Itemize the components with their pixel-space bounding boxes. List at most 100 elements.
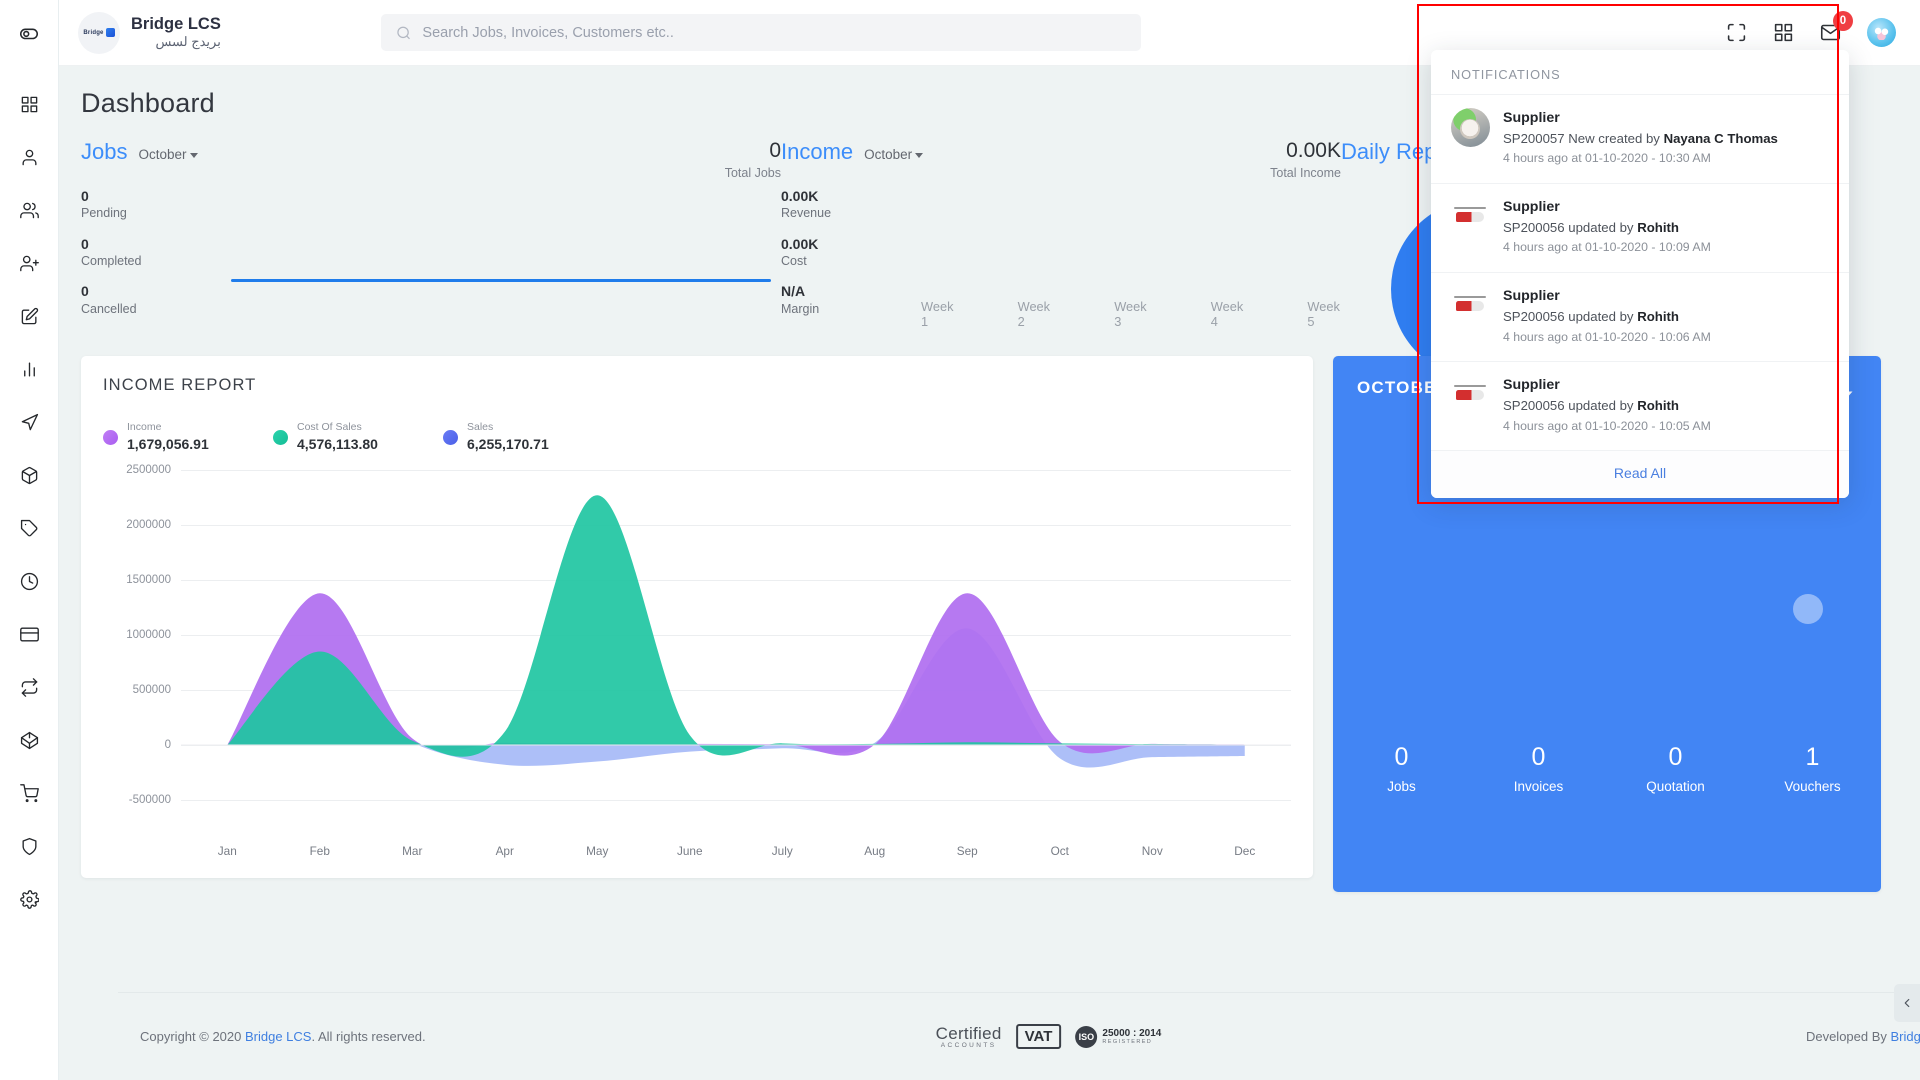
jobs-stat-completed: 0 Completed bbox=[81, 235, 781, 271]
read-all-link[interactable]: Read All bbox=[1614, 465, 1666, 481]
sidebar-item-customers[interactable] bbox=[0, 131, 59, 184]
jobs-baseline bbox=[231, 279, 771, 282]
income-area-chart: 2500000 2000000 1500000 1000000 500000 0 -5000… bbox=[103, 464, 1291, 860]
sidebar-item-add-user[interactable] bbox=[0, 237, 59, 290]
notifications-button[interactable]: 0 bbox=[1820, 11, 1853, 43]
jobs-baseline-chart bbox=[231, 279, 771, 282]
chart-x-tick: Sep bbox=[956, 843, 978, 858]
avatar[interactable] bbox=[1867, 18, 1896, 47]
jobs-stats: 0 Pending 0 Completed 0 Cancelled bbox=[81, 187, 781, 318]
brand[interactable]: Bridge Bridge LCS بريدج لسس bbox=[59, 11, 359, 54]
search-input[interactable] bbox=[422, 24, 1126, 41]
notification-item[interactable]: Supplier SP200056 updated by Rohith 4 ho… bbox=[1431, 183, 1849, 272]
sidebar-item-jobs[interactable] bbox=[0, 290, 59, 343]
brand-name: Bridge LCS bbox=[131, 14, 221, 33]
jobs-pending-value: 0 bbox=[81, 188, 89, 204]
month-quotation-value: 0 bbox=[1668, 743, 1683, 772]
notifications-panel: NOTIFICATIONS Supplier SP200057 New crea… bbox=[1431, 50, 1849, 499]
legend-label-cost-of-sales: Cost Of Sales bbox=[297, 421, 362, 434]
sidebar-item-settings[interactable] bbox=[0, 873, 59, 926]
sidebar-item-inventory[interactable] bbox=[0, 714, 59, 767]
edit-square-icon bbox=[21, 307, 38, 325]
legend-dot-income bbox=[103, 429, 118, 445]
notification-time: 4 hours ago at 01-10-2020 - 10:09 AM bbox=[1503, 240, 1711, 255]
notification-title: Supplier bbox=[1503, 377, 1560, 394]
fullscreen-button[interactable] bbox=[1726, 22, 1747, 43]
sidebar-item-employees[interactable] bbox=[0, 184, 59, 237]
chart-x-tick: Dec bbox=[1234, 843, 1256, 858]
developer-link[interactable]: Bridge LCS bbox=[1891, 1029, 1920, 1044]
jobs-month-dropdown[interactable]: October bbox=[138, 147, 198, 162]
sidebar-item-air-freight[interactable] bbox=[0, 396, 59, 449]
notification-item[interactable]: Supplier SP200056 updated by Rohith 4 ho… bbox=[1431, 361, 1849, 450]
notification-time: 4 hours ago at 01-10-2020 - 10:05 AM bbox=[1503, 418, 1711, 433]
helicopter-avatar bbox=[1451, 286, 1490, 326]
week-label-1: Week 1 bbox=[921, 299, 954, 329]
chart-x-tick: Apr bbox=[495, 843, 514, 858]
package-icon bbox=[21, 466, 37, 485]
copyright-prefix: Copyright © 2020 bbox=[140, 1029, 245, 1044]
income-month-dropdown[interactable]: October bbox=[864, 147, 924, 162]
month-stat-invoices: 0 Invoices bbox=[1470, 742, 1607, 794]
income-month-label: October bbox=[864, 147, 913, 162]
dashboard-page: Bridge Bridge LCS بريدج لسس Search Jobs,… bbox=[0, 0, 1920, 1080]
search-box[interactable] bbox=[381, 14, 1141, 51]
jobs-total-value: 0 bbox=[769, 139, 781, 162]
jobs-title: Jobs bbox=[81, 139, 128, 164]
footer-developed-by: Developed By Bridge LCS bbox=[1806, 1029, 1920, 1044]
sidebar-item-dashboard[interactable] bbox=[0, 78, 59, 131]
shopping-cart-icon bbox=[19, 784, 39, 803]
sidebar-item-payments[interactable] bbox=[0, 608, 59, 661]
legend-label-income: Income bbox=[127, 421, 162, 434]
certified-badge: Certified ACCOUNTS bbox=[936, 1024, 1002, 1049]
chart-y-tick: 2000000 bbox=[126, 518, 171, 531]
sidebar-item-timesheet[interactable] bbox=[0, 555, 59, 608]
month-invoices-value: 0 bbox=[1531, 743, 1546, 772]
notification-item[interactable]: Supplier SP200056 updated by Rohith 4 ho… bbox=[1431, 272, 1849, 361]
jobs-total: 0 Total Jobs bbox=[725, 139, 781, 180]
iso-mark: ISO bbox=[1075, 1025, 1098, 1048]
chart-x-tick: Oct bbox=[1050, 843, 1069, 858]
chart-y-tick: 1000000 bbox=[126, 628, 171, 641]
income-report-card: INCOME REPORT Income 1,679,056.91 Cost O… bbox=[81, 356, 1313, 878]
sidebar-toggle[interactable] bbox=[0, 0, 58, 66]
user-icon bbox=[21, 149, 37, 166]
brand-name-arabic: بريدج لسس bbox=[155, 33, 221, 49]
jobs-pending-label: Pending bbox=[81, 206, 127, 221]
sidebar-item-security[interactable] bbox=[0, 820, 59, 873]
brand-logo-icon: Bridge bbox=[78, 11, 120, 54]
user-plus-icon bbox=[19, 255, 39, 272]
income-revenue-value: 0.00K bbox=[781, 188, 819, 204]
search-wrapper bbox=[381, 14, 1141, 51]
month-invoices-label: Invoices bbox=[1513, 779, 1564, 795]
income-margin-value: N/A bbox=[781, 283, 806, 300]
jobs-cancelled-value: 0 bbox=[81, 283, 89, 300]
apps-button[interactable] bbox=[1773, 22, 1794, 43]
sidebar-item-transactions[interactable] bbox=[0, 661, 59, 714]
sidebar-collapse-handle[interactable] bbox=[1894, 984, 1920, 1022]
chevron-down-icon bbox=[915, 152, 924, 158]
month-stat-vouchers: 1 Vouchers bbox=[1744, 742, 1881, 794]
footer-brand-link[interactable]: Bridge LCS bbox=[245, 1029, 311, 1044]
repeat-icon bbox=[21, 678, 37, 697]
sidebar-item-reports[interactable] bbox=[0, 343, 59, 396]
jobs-stat-pending: 0 Pending bbox=[81, 187, 781, 223]
notification-title: Supplier bbox=[1503, 199, 1560, 216]
legend-item-sales: Sales 6,255,170.71 bbox=[443, 421, 549, 454]
week-label-3: Week 3 bbox=[1114, 299, 1147, 329]
chart-x-tick: Jan bbox=[217, 843, 237, 858]
iso-badge: ISO 25000 : 2014 REGISTERED bbox=[1075, 1025, 1161, 1048]
month-card-stats: 0 Jobs 0 Invoices 0 Quotation 1 Vouchers bbox=[1333, 742, 1881, 794]
chart-y-tick: 500000 bbox=[132, 683, 171, 696]
sidebar-item-packages[interactable] bbox=[0, 449, 59, 502]
legend-label-sales: Sales bbox=[467, 421, 494, 434]
chart-y-tick: 1500000 bbox=[126, 573, 171, 586]
sidebar-item-pricing[interactable] bbox=[0, 502, 59, 555]
notification-title: Supplier bbox=[1503, 288, 1560, 305]
notification-text: SP200056 updated by bbox=[1503, 219, 1638, 235]
week-label-5: Week 5 bbox=[1307, 299, 1340, 329]
notification-item[interactable]: Supplier SP200057 New created by Nayana … bbox=[1431, 94, 1849, 183]
brand-logo-square bbox=[105, 28, 115, 37]
sidebar-item-purchase[interactable] bbox=[0, 767, 59, 820]
income-cost-value: 0.00K bbox=[781, 235, 819, 252]
